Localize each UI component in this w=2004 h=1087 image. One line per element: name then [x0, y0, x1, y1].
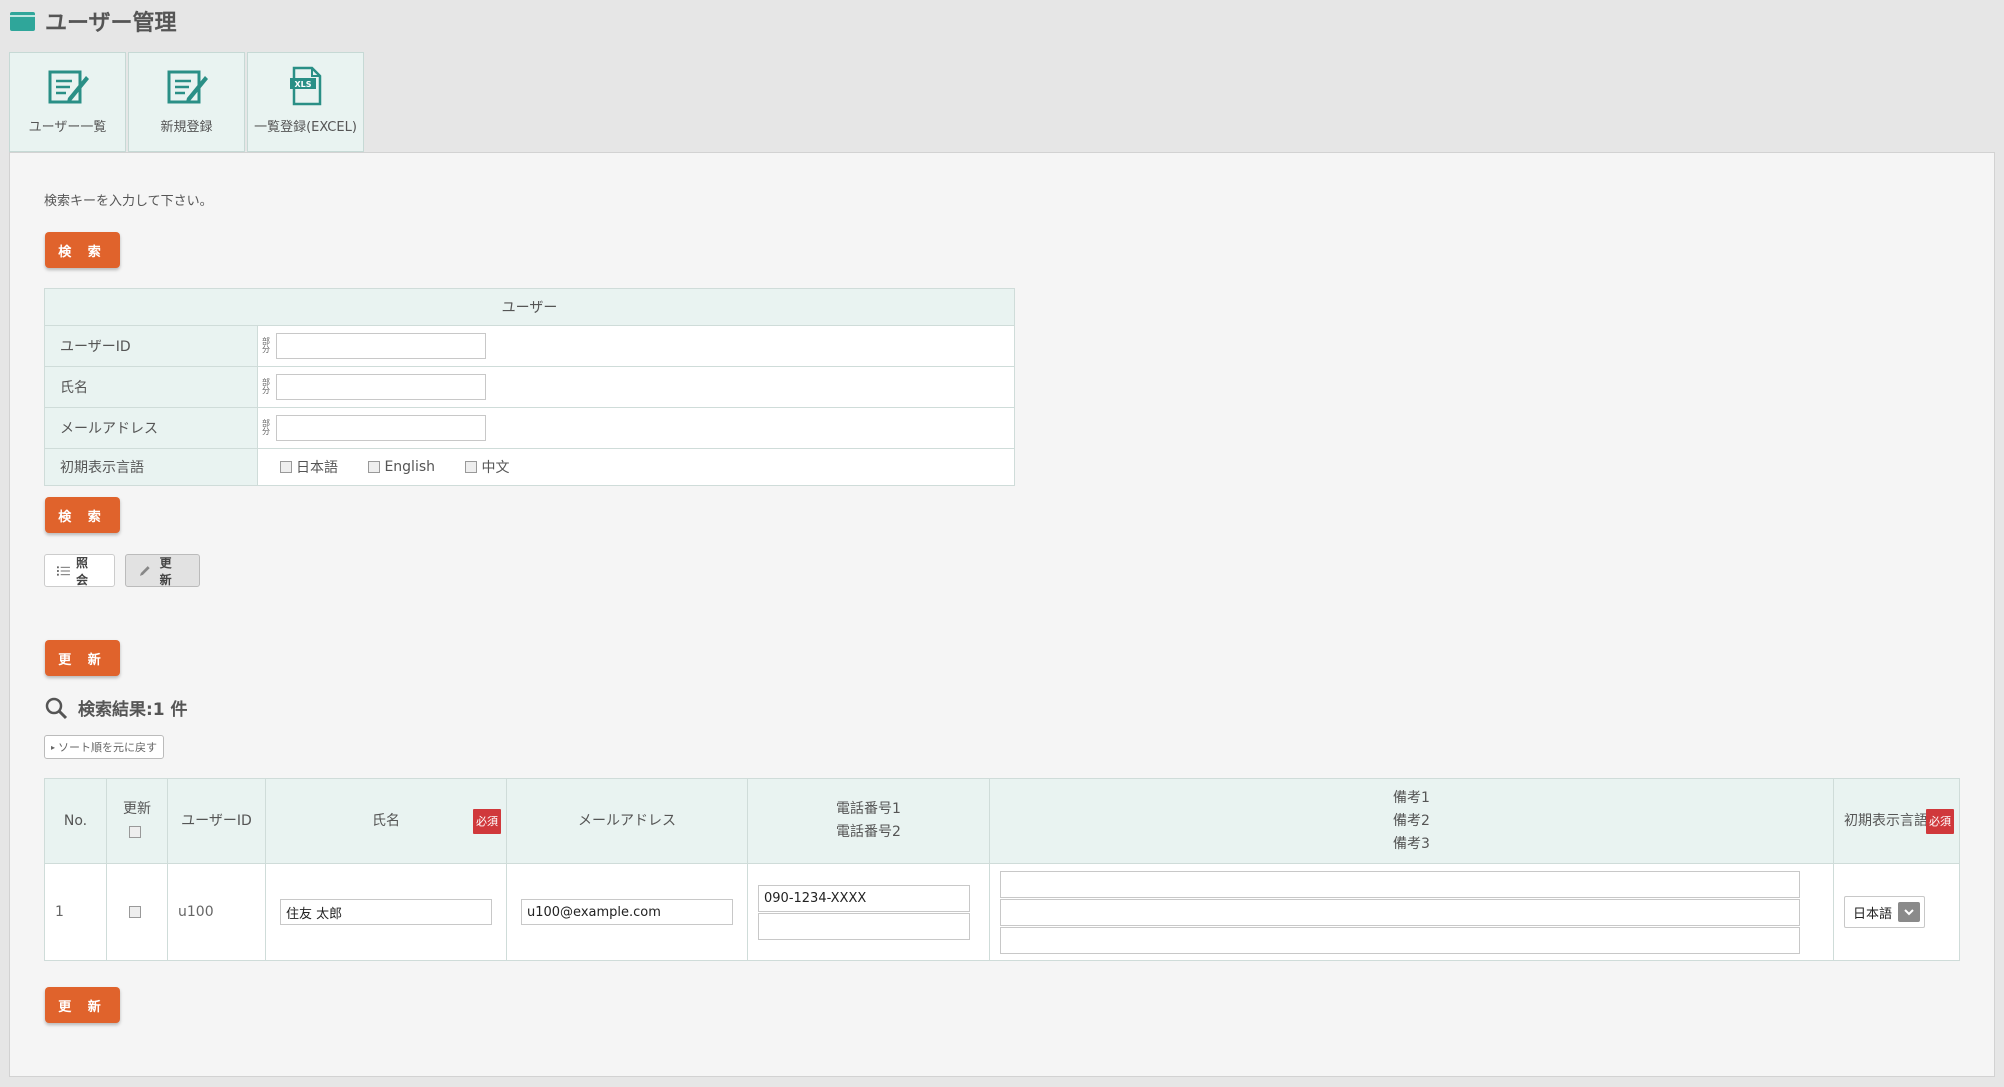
name-label: 氏名 [44, 366, 258, 408]
search-form-table: ユーザー ユーザーID 部分 氏名 部分 メールアドレス 部分 初期表示言語 日… [44, 288, 1015, 486]
language-option-label: 中文 [481, 460, 510, 476]
checkbox[interactable] [368, 461, 381, 473]
chevron-down-icon [1898, 902, 1921, 922]
row-no: 1 [44, 863, 107, 961]
edit-mode-label: 更 新 [159, 555, 172, 587]
caret-right-icon: ▸ [51, 742, 56, 752]
table-row: 1 u100 日本語 [44, 863, 1960, 961]
language-option-english[interactable]: English [368, 459, 435, 475]
col-user-id[interactable]: ユーザーID [167, 778, 266, 864]
col-memo2-label: 備考2 [1393, 812, 1430, 829]
email-input[interactable] [276, 415, 487, 441]
xls-file-icon: XLS [289, 66, 321, 106]
row-update-checkbox[interactable] [129, 906, 141, 918]
checkbox[interactable] [280, 461, 292, 473]
row-name-input[interactable] [280, 899, 492, 925]
row-update-cell [106, 863, 168, 961]
partial-match-mark: 部分 [262, 378, 270, 395]
row-memo2-input[interactable] [1000, 898, 1800, 926]
user-id-input[interactable] [276, 333, 487, 359]
checkbox[interactable] [465, 461, 478, 473]
results-heading: 検索結果:1 件 [44, 695, 188, 720]
row-memo1-input[interactable] [1000, 870, 1800, 898]
pencil-icon [139, 565, 150, 576]
update-button-top[interactable]: 更 新 [45, 640, 120, 676]
search-hint: 検索キーを入力して下さい。 [44, 194, 213, 209]
results-table: No. 更新 ユーザーID 氏名 必須 メールアドレス 電話番号1 電話番号2 … [44, 778, 1960, 961]
tab-bar: ユーザー一覧 新規登録 XLS 一覧登録(EXCEL) [9, 52, 366, 152]
partial-match-mark: 部分 [262, 419, 270, 436]
row-memo3-input[interactable] [1000, 926, 1800, 954]
row-name-cell [265, 863, 507, 961]
edit-icon [48, 70, 89, 104]
language-label: 初期表示言語 [44, 448, 258, 486]
row-phone1-input[interactable] [758, 884, 970, 912]
view-mode-button[interactable]: 照 会 [44, 554, 115, 587]
col-email[interactable]: メールアドレス [506, 778, 748, 864]
col-no: No. [44, 778, 107, 864]
select-all-checkbox[interactable] [129, 826, 141, 838]
tab-new-registration[interactable]: 新規登録 [128, 52, 245, 152]
language-option-label: English [384, 459, 436, 475]
tab-label: 一覧登録(EXCEL) [254, 120, 357, 135]
col-phone[interactable]: 電話番号1 電話番号2 [747, 778, 990, 864]
edit-icon [167, 70, 208, 104]
tab-label: ユーザー一覧 [28, 120, 107, 135]
edit-mode-button[interactable]: 更 新 [125, 554, 200, 587]
window-icon [10, 11, 35, 31]
user-id-label: ユーザーID [44, 325, 258, 367]
update-button-bottom[interactable]: 更 新 [45, 987, 120, 1023]
sort-reset-button[interactable]: ▸ ソート順を元に戻す [44, 735, 165, 759]
row-user-id: u100 [167, 863, 266, 961]
col-phone2-label: 電話番号2 [836, 824, 901, 840]
language-option-japanese[interactable]: 日本語 [280, 457, 338, 477]
row-phone-cell [747, 863, 990, 961]
col-language-label: 初期表示言語 [1844, 812, 1928, 829]
language-option-label: 日本語 [296, 460, 338, 476]
row-language-value: 日本語 [1853, 906, 1893, 922]
col-update-label: 更新 [123, 801, 151, 817]
row-email-cell [506, 863, 748, 961]
col-language[interactable]: 初期表示言語 必須 [1833, 778, 1960, 864]
email-label: メールアドレス [44, 407, 258, 449]
results-count: 検索結果:1 件 [78, 700, 188, 720]
search-button-bottom[interactable]: 検 索 [45, 497, 120, 533]
name-input[interactable] [276, 374, 487, 400]
row-memo-cell [989, 863, 1834, 961]
col-memo1-label: 備考1 [1393, 789, 1430, 806]
list-icon [57, 565, 70, 576]
col-memo3-label: 備考3 [1393, 835, 1430, 852]
page-header: ユーザー管理 [10, 6, 177, 36]
col-memo[interactable]: 備考1 備考2 備考3 [989, 778, 1834, 864]
row-language-cell: 日本語 [1833, 863, 1960, 961]
col-update: 更新 [106, 778, 168, 864]
language-option-chinese[interactable]: 中文 [465, 457, 509, 477]
row-language-select[interactable]: 日本語 [1844, 896, 1926, 928]
sort-reset-label: ソート順を元に戻す [58, 741, 158, 754]
tab-user-list[interactable]: ユーザー一覧 [9, 52, 126, 152]
partial-match-mark: 部分 [262, 337, 270, 354]
tab-excel-import[interactable]: XLS 一覧登録(EXCEL) [247, 52, 364, 152]
row-email-input[interactable] [521, 899, 733, 925]
tab-label: 新規登録 [160, 120, 213, 135]
view-mode-label: 照 会 [75, 555, 88, 587]
search-icon [45, 697, 68, 719]
row-phone2-input[interactable] [758, 912, 970, 940]
search-table-caption: ユーザー [44, 288, 1015, 326]
col-name-label: 氏名 [372, 812, 400, 829]
col-phone1-label: 電話番号1 [836, 801, 901, 817]
required-badge: 必須 [473, 809, 501, 834]
col-name[interactable]: 氏名 必須 [265, 778, 507, 864]
required-badge: 必須 [1926, 809, 1954, 834]
search-button-top[interactable]: 検 索 [45, 232, 120, 268]
xls-icon-text: XLS [294, 80, 311, 89]
page-title: ユーザー管理 [45, 11, 177, 36]
